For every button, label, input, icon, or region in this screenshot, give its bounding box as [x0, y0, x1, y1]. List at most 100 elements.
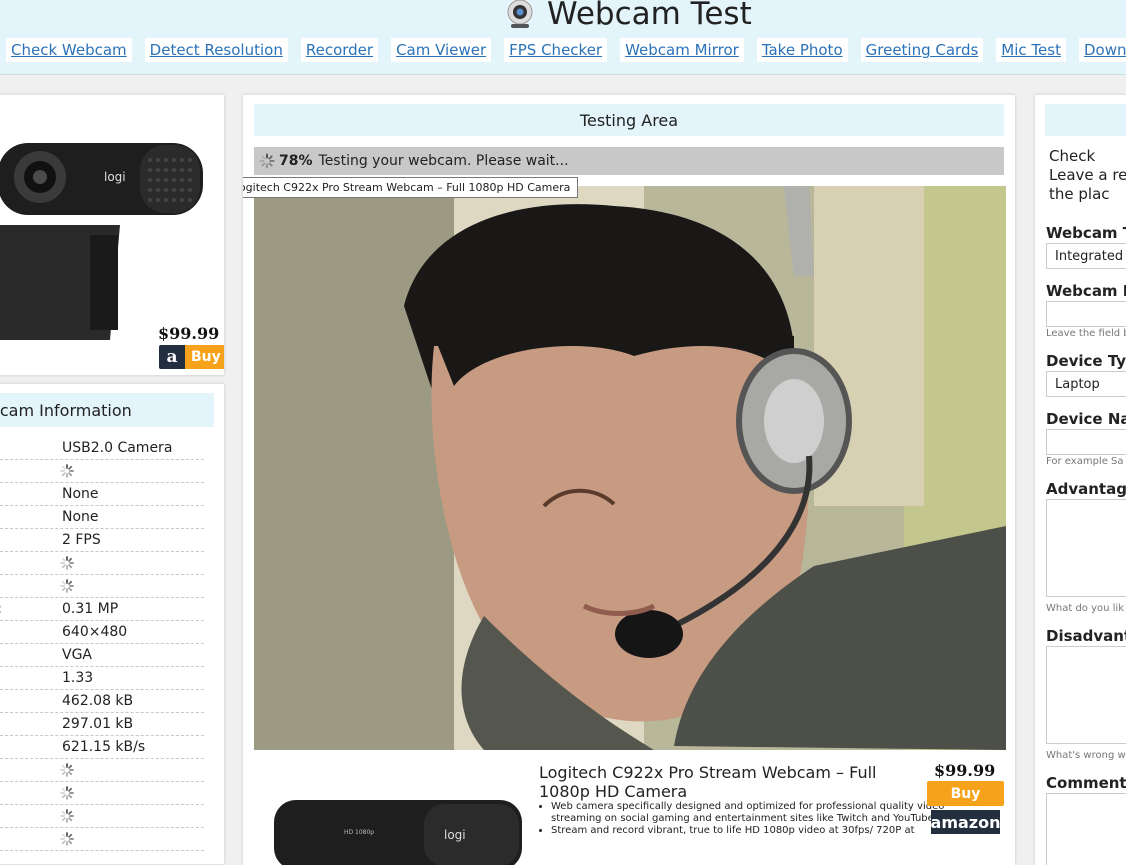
info-row — [0, 759, 204, 782]
info-row: 2 FPS — [0, 529, 204, 552]
left-ad-buy-button[interactable]: a Buy — [159, 345, 224, 369]
intro-line: Check — [1049, 147, 1096, 165]
info-row: None — [0, 483, 204, 506]
info-row — [0, 805, 204, 828]
info-value: None — [62, 509, 99, 525]
feature-item: Web camera specifically designed and opt… — [551, 801, 951, 825]
amazon-a-icon: a — [159, 345, 185, 369]
info-value: 2 FPS — [62, 532, 101, 548]
nav-cam-viewer[interactable]: Cam Viewer — [391, 38, 492, 62]
webcam-frame-image — [254, 186, 1006, 750]
info-row: s: 0.31 MP — [0, 598, 204, 621]
info-value: 640×480 — [62, 624, 128, 640]
product-image[interactable]: logi HD 1080p — [274, 800, 524, 865]
nav-take-photo[interactable]: Take Photo — [756, 38, 848, 62]
info-value: None — [62, 486, 99, 502]
nav-webcam-mirror[interactable]: Webcam Mirror — [620, 38, 744, 62]
webcam-product-image[interactable]: logi — [0, 135, 210, 345]
device-name-help: For example Sa — [1046, 456, 1124, 467]
info-row — [0, 552, 204, 575]
amazon-logo[interactable]: amazon — [931, 810, 1000, 834]
advantages-help: What do you lik — [1046, 603, 1124, 614]
info-key: s: — [0, 601, 2, 617]
spinner-icon — [60, 464, 74, 478]
info-row — [0, 575, 204, 598]
info-row — [0, 460, 204, 483]
product-card: logi HD 1080p Logitech C922x Pro Stream … — [254, 760, 1004, 865]
info-row: VGA — [0, 644, 204, 667]
webcam-name-help: Leave the field b — [1046, 328, 1126, 339]
info-value: USB2.0 Camera — [62, 440, 173, 456]
nav-fps-checker[interactable]: FPS Checker — [504, 38, 608, 62]
device-name-input[interactable] — [1046, 429, 1126, 455]
nav-check-webcam[interactable]: Check Webcam — [6, 38, 132, 62]
left-ad-buy-label: Buy — [185, 345, 224, 369]
advantages-label: Advantage — [1046, 480, 1126, 498]
product-buy-button[interactable]: Buy — [927, 781, 1004, 806]
left-product-ad: logi $99.99 a Buy — [0, 95, 224, 375]
intro-line: the plac — [1049, 185, 1110, 203]
advantages-textarea[interactable] — [1046, 499, 1126, 597]
webcam-name-input[interactable] — [1046, 301, 1126, 327]
webcam-name-label: Webcam N — [1046, 282, 1126, 300]
nav-mic-test[interactable]: Mic Test — [996, 38, 1066, 62]
status-text: Testing your webcam. Please wait... — [318, 153, 569, 169]
test-status-bar: 78% Testing your webcam. Please wait... — [254, 147, 1004, 175]
feedback-intro: Check Leave a re the plac — [1049, 147, 1126, 204]
device-type-label: Device Typ — [1046, 352, 1126, 370]
info-row: 297.01 kB — [0, 713, 204, 736]
info-row — [0, 782, 204, 805]
feedback-head — [1045, 104, 1126, 136]
info-value: 621.15 kB/s — [62, 739, 146, 755]
spinner-icon — [60, 832, 74, 846]
info-row: None — [0, 506, 204, 529]
info-value: 462.08 kB — [62, 693, 134, 709]
info-value: VGA — [62, 647, 93, 663]
left-ad-price: $99.99 — [158, 324, 220, 343]
feature-item: Stream and record vibrant, true to life … — [551, 825, 951, 837]
spinner-icon — [60, 579, 74, 593]
webcam-info-panel: Webcam Information USB2.0 Camera None None… — [0, 384, 224, 864]
webcam-type-label: Webcam T — [1046, 224, 1126, 242]
feedback-panel: Check Leave a re the plac Webcam T Integr… — [1035, 95, 1126, 865]
info-row — [0, 828, 204, 851]
product-title[interactable]: Logitech C922x Pro Stream Webcam – Full … — [539, 763, 919, 801]
info-value: 0.31 MP — [62, 601, 119, 617]
webcam-info-title: Webcam Information — [0, 393, 214, 427]
site-title-text: Webcam Test — [547, 0, 752, 32]
comment-textarea[interactable] — [1046, 793, 1126, 865]
spinner-icon — [60, 809, 74, 823]
device-type-select[interactable]: Laptop — [1046, 371, 1126, 397]
nav-download-drivers[interactable]: Download Drivers — [1078, 38, 1126, 62]
info-row: :640×480 — [0, 621, 204, 644]
webcam-icon — [507, 0, 533, 28]
info-row: 462.08 kB — [0, 690, 204, 713]
svg-text:HD 1080p: HD 1080p — [344, 829, 374, 836]
site-title: Webcam Test — [505, 0, 752, 32]
device-name-label: Device Nam — [1046, 410, 1126, 428]
product-tooltip: Logitech C922x Pro Stream Webcam – Full … — [243, 177, 579, 198]
progress-percent: 78% — [279, 153, 313, 169]
intro-line: Leave a re — [1049, 166, 1126, 184]
svg-text:logi: logi — [104, 170, 126, 184]
product-price: $99.99 — [934, 761, 996, 780]
webcam-info-table: USB2.0 Camera None None 2 FPS s: 0.31 MP :640×… — [0, 437, 214, 851]
nav-recorder[interactable]: Recorder — [300, 38, 379, 62]
info-value: 1.33 — [62, 670, 94, 686]
svg-text:logi: logi — [444, 828, 466, 842]
product-features: Web camera specifically designed and opt… — [537, 801, 951, 837]
spinner-icon — [259, 153, 275, 169]
disadvantages-textarea[interactable] — [1046, 646, 1126, 744]
info-row: 1.33 — [0, 667, 204, 690]
disadvantages-label: Disadvanta — [1046, 627, 1126, 645]
disadvantages-help: What's wrong w — [1046, 750, 1126, 761]
webcam-video-feed — [254, 186, 1006, 750]
webcam-type-select[interactable]: Integrated — [1046, 243, 1126, 269]
nav-greeting-cards[interactable]: Greeting Cards — [860, 38, 984, 62]
testing-area-panel: Testing Area 78% Testing your webcam. Pl… — [243, 95, 1015, 865]
nav-detect-resolution[interactable]: Detect Resolution — [144, 38, 288, 62]
testing-area-title: Testing Area — [254, 104, 1004, 136]
spinner-icon — [60, 763, 74, 777]
info-row: USB2.0 Camera — [0, 437, 204, 460]
site-header: Webcam Test Check Webcam Detect Resoluti… — [0, 0, 1126, 75]
